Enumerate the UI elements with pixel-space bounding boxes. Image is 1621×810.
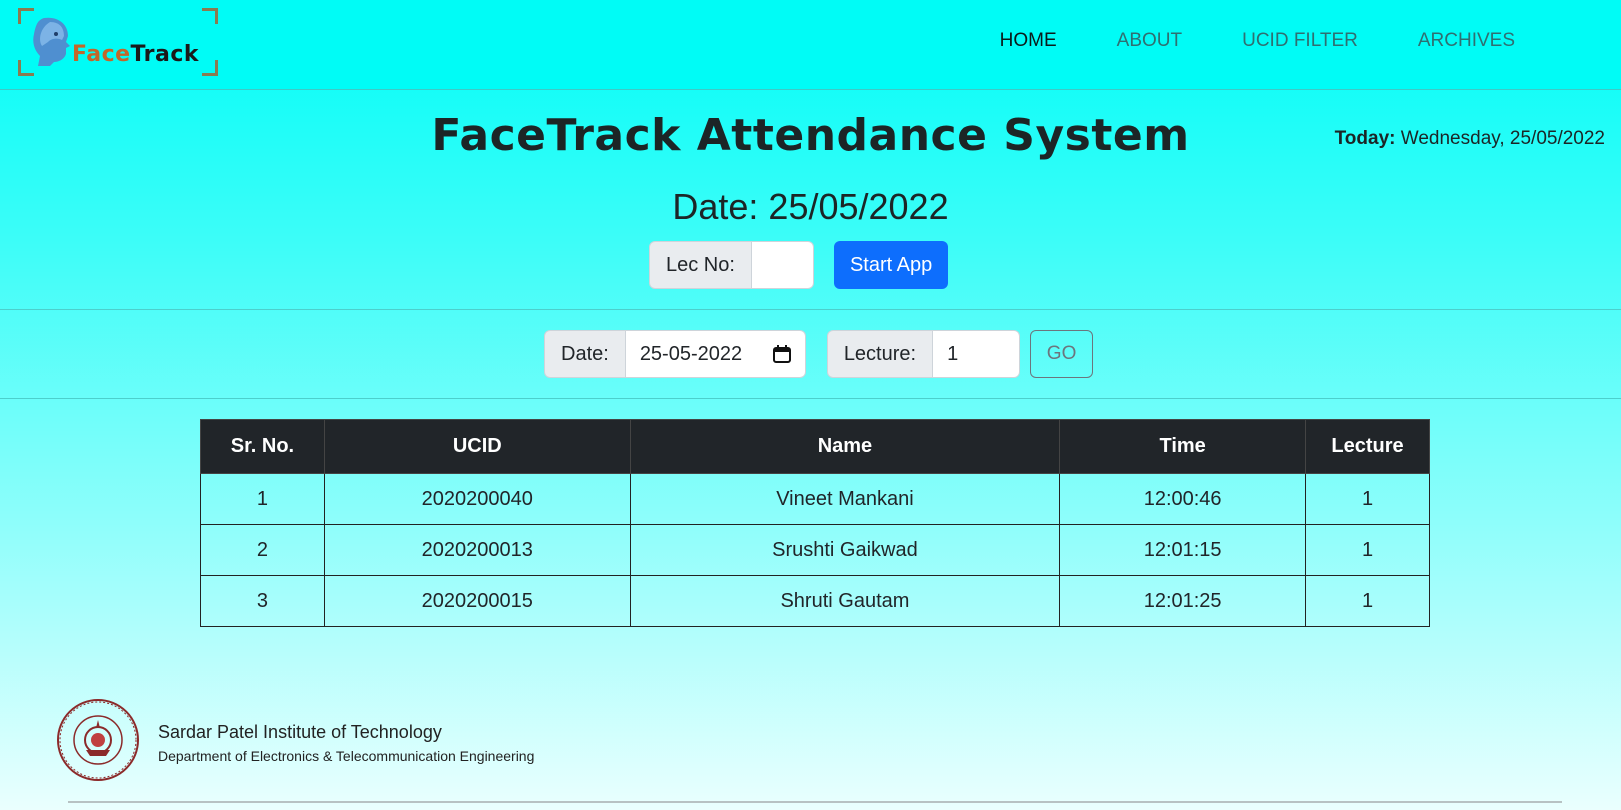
start-app-button[interactable]: Start App — [833, 241, 949, 289]
logo-text-face: Face — [72, 42, 131, 67]
cell-sr-no: 2 — [200, 524, 325, 576]
lecture-label: Lecture: — [826, 330, 934, 378]
date-input-value: 25-05-2022 — [639, 342, 743, 365]
col-lecture: Lecture — [1305, 419, 1430, 474]
cell-lecture: 1 — [1305, 524, 1430, 576]
cell-lecture: 1 — [1305, 473, 1430, 525]
table-row: 2 2020200013 Srushti Gaikwad 12:01:15 1 — [200, 524, 1430, 576]
cell-ucid: 2020200040 — [323, 473, 631, 525]
cell-time: 12:01:25 — [1059, 575, 1307, 627]
col-time: Time — [1059, 419, 1307, 474]
col-name: Name — [629, 419, 1061, 474]
nav-ucid-filter[interactable]: UCID FILTER — [1242, 30, 1358, 52]
cell-ucid: 2020200013 — [323, 524, 631, 576]
date-group: Date: 25-05-2022 — [544, 330, 806, 378]
today-date: Today: Wednesday, 25/05/2022 — [1335, 128, 1605, 150]
today-label: Today: — [1334, 128, 1396, 149]
date-input[interactable]: 25-05-2022 — [625, 330, 806, 378]
cell-name: Vineet Mankani — [629, 473, 1061, 525]
department-name: Department of Electronics & Telecommunic… — [158, 748, 535, 764]
col-sr-no: Sr. No. — [200, 419, 325, 474]
cell-sr-no: 3 — [200, 575, 325, 627]
lec-no-label: Lec No: — [649, 241, 752, 289]
cell-name: Shruti Gautam — [629, 575, 1061, 627]
top-navbar: FaceTrack HOME ABOUT UCID FILTER ARCHIVE… — [0, 0, 1621, 90]
face-icon — [33, 17, 70, 66]
logo-text-track: Track — [130, 42, 200, 67]
nav-archives[interactable]: ARCHIVES — [1418, 30, 1515, 52]
table-header-row: Sr. No. UCID Name Time Lecture — [200, 419, 1430, 474]
logo-corner — [202, 60, 218, 76]
facetrack-logo[interactable]: FaceTrack — [18, 8, 218, 76]
cell-time: 12:01:15 — [1059, 524, 1307, 576]
lecture-input[interactable] — [933, 330, 1021, 378]
col-ucid: UCID — [323, 419, 631, 474]
today-value: Wednesday, 25/05/2022 — [1400, 128, 1605, 149]
table-row: 3 2020200015 Shruti Gautam 12:01:25 1 — [200, 575, 1430, 627]
start-form: Lec No: Start App — [649, 241, 949, 289]
section-divider — [0, 309, 1621, 310]
nav-home[interactable]: HOME — [1000, 30, 1057, 52]
cell-ucid: 2020200015 — [323, 575, 631, 627]
date-heading: Date: 25/05/2022 — [672, 186, 949, 227]
institute-name: Sardar Patel Institute of Technology — [158, 722, 442, 742]
cell-name: Srushti Gaikwad — [629, 524, 1061, 576]
main-nav: HOME ABOUT UCID FILTER ARCHIVES — [1000, 30, 1515, 52]
calendar-icon[interactable] — [772, 345, 791, 363]
nav-about[interactable]: ABOUT — [1117, 30, 1182, 52]
attendance-table: Sr. No. UCID Name Time Lecture 1 2020200… — [200, 419, 1430, 627]
institute-seal-icon — [57, 699, 139, 781]
filter-form: Date: 25-05-2022 Lecture: GO — [544, 330, 1094, 378]
logo-text: FaceTrack — [72, 42, 199, 67]
cell-sr-no: 1 — [200, 473, 325, 525]
logo-corner — [202, 8, 218, 24]
cell-time: 12:00:46 — [1059, 473, 1307, 525]
lec-no-input[interactable] — [751, 241, 814, 289]
go-button[interactable]: GO — [1030, 330, 1094, 378]
cell-lecture: 1 — [1305, 575, 1430, 627]
lecture-group: Lecture: — [826, 330, 1021, 378]
date-label: Date: — [544, 330, 626, 378]
section-divider — [0, 398, 1621, 399]
footer-divider — [68, 801, 1562, 803]
table-row: 1 2020200040 Vineet Mankani 12:00:46 1 — [200, 473, 1430, 525]
